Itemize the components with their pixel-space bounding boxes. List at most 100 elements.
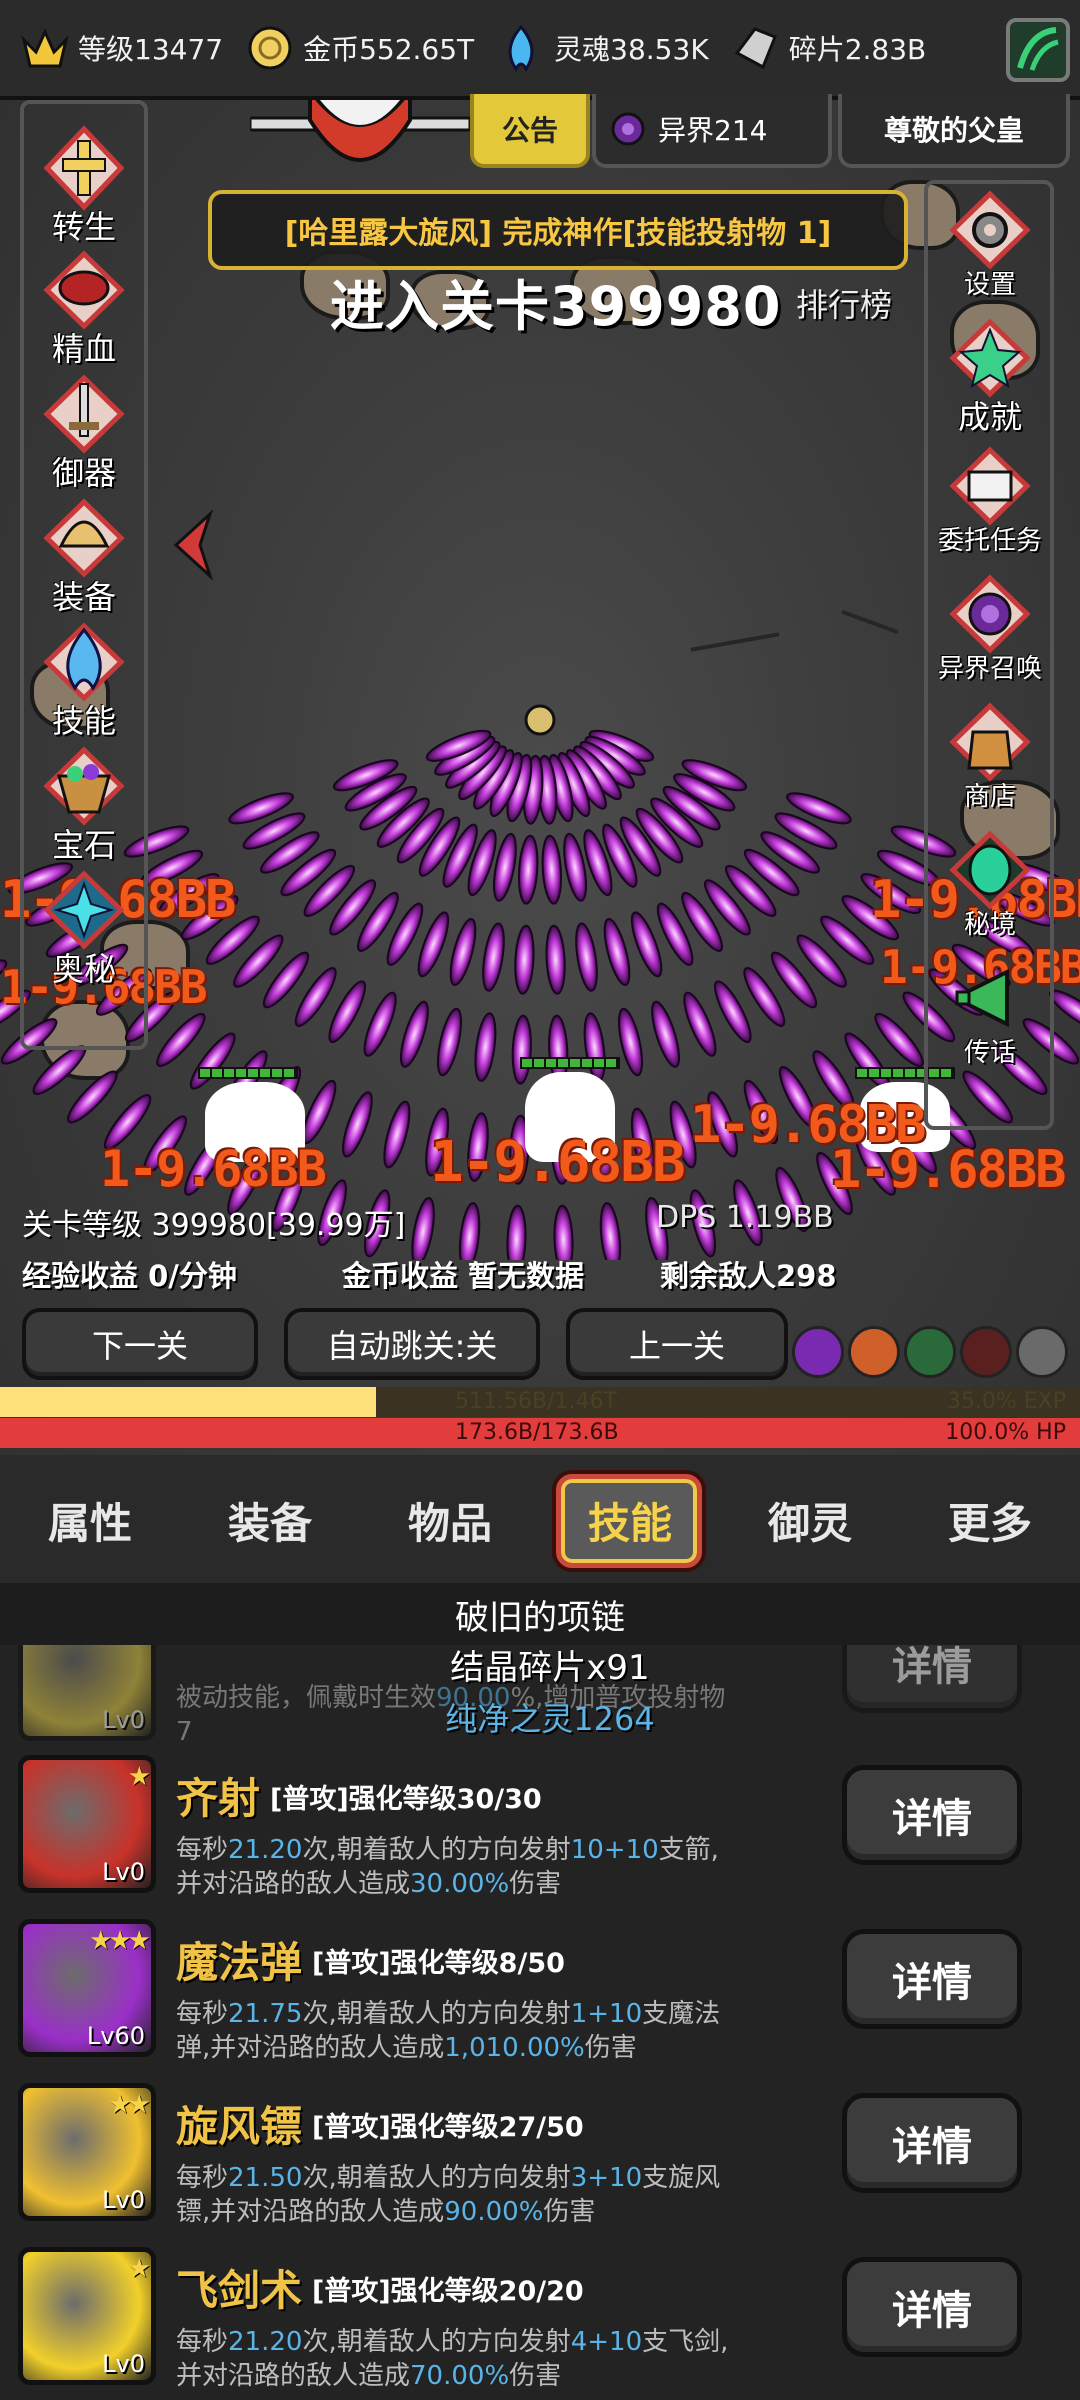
gold-coin-icon — [245, 23, 295, 73]
skill-stars-icon: ★ — [127, 2254, 151, 2284]
projectile-feather — [553, 1204, 574, 1260]
skill-description-text: 次,朝着敌人的方向发射 — [302, 1835, 571, 1865]
menu-label: 异界召唤 — [937, 654, 1042, 684]
enemy-hp-bar — [520, 1057, 620, 1069]
skill-icon[interactable]: Lv0 ★ — [18, 2247, 156, 2385]
skill-stat-value: 21.20 — [228, 1835, 303, 1865]
menu-settings[interactable]: 设置 — [947, 190, 1033, 318]
details-label: 详情 — [892, 2288, 972, 2334]
skill-details-button[interactable]: 详情 — [842, 2093, 1022, 2193]
fragment-text: 碎片2.83B — [788, 33, 927, 66]
skill-stars-icon: ★★★ — [89, 1926, 151, 1956]
hp-text: 173.6B/173.6B — [455, 1420, 619, 1445]
tab-skills[interactable]: 技能 — [540, 1490, 720, 1551]
reward-popover: 结晶碎片x91 纯净之灵1264 — [280, 1640, 820, 1740]
tab-items[interactable]: 物品 — [360, 1490, 540, 1551]
skill-icon[interactable]: Lv0 — [18, 1645, 156, 1741]
skill-icon[interactable]: Lv0 ★ — [18, 1755, 156, 1893]
notice-button[interactable]: 公告 — [470, 94, 590, 168]
otherworld-button[interactable]: 异界214 — [592, 94, 832, 168]
menu-equipment[interactable]: 装备 — [41, 498, 127, 622]
menu-achievement[interactable]: 成就 — [947, 318, 1033, 446]
projectile-feather — [363, 991, 397, 1057]
gem-bag-icon — [41, 746, 127, 826]
skill-icon[interactable]: Lv0 ★★ — [18, 2083, 156, 2221]
menu-artifact[interactable]: 御器 — [41, 374, 127, 498]
tab-spirits[interactable]: 御灵 — [720, 1490, 900, 1551]
auto-skip-toggle[interactable]: 自动跳关:关 — [284, 1308, 540, 1380]
menu-gem[interactable]: 宝石 — [41, 746, 127, 870]
menu-message[interactable]: 传话 — [947, 958, 1033, 1086]
projectile-feather — [436, 1007, 463, 1077]
scroll-icon — [947, 446, 1033, 526]
father-title-button[interactable]: 尊敬的父皇 — [838, 94, 1070, 168]
details-label: 详情 — [892, 2124, 972, 2170]
menu-label: 商店 — [963, 782, 1016, 812]
menu-skill[interactable]: 技能 — [41, 622, 127, 746]
exp-bar: 511.56B/1.46T 35.0% EXP — [0, 1387, 1080, 1417]
menu-rebirth[interactable]: 转生 — [41, 125, 127, 250]
projectile-feather — [603, 918, 631, 986]
skill-name: 飞剑术 — [176, 2266, 303, 2315]
skill-list: Lv0 被动技能，佩戴时生效90.00%,增加普攻投射物7 详情 Lv0 ★ 齐射 [普攻]… — [0, 1645, 1080, 2400]
menu-commission[interactable]: 委托任务 — [938, 446, 1042, 574]
menu-blood-essence[interactable]: 精血 — [41, 250, 127, 374]
skill-level: Lv0 — [102, 1706, 145, 1734]
buff-fire-icon[interactable] — [848, 1326, 900, 1378]
portal-icon — [611, 112, 645, 146]
buff-green-icon[interactable] — [904, 1326, 956, 1378]
skill-stat-value: 21.50 — [228, 2163, 303, 2193]
projectile-feather — [583, 1012, 606, 1082]
damage-number: 1-9.68BB — [100, 1140, 327, 1198]
projectile-feather — [399, 1000, 429, 1068]
leaderboard-button[interactable]: 排行榜 — [796, 280, 892, 326]
skill-stars-icon: ★★ — [108, 2090, 151, 2120]
soul-flame-icon — [496, 23, 546, 73]
projectile-feather — [541, 834, 563, 905]
fragment-resource: 碎片2.83B — [731, 23, 927, 73]
details-label: 详情 — [892, 1960, 972, 2006]
menu-label: 御器 — [51, 454, 116, 492]
skill-details-button[interactable]: 详情 — [842, 1645, 1022, 1713]
next-stage-button[interactable]: 下一关 — [22, 1308, 258, 1380]
menu-label: 宝石 — [51, 826, 116, 864]
auto-skip-label: 自动跳关:关 — [326, 1327, 498, 1365]
buff-purple-icon[interactable] — [792, 1326, 844, 1378]
tab-more[interactable]: 更多 — [900, 1490, 1080, 1551]
damage-number: 1-9.68BB — [430, 1130, 686, 1195]
tab-equipment[interactable]: 装备 — [180, 1490, 360, 1551]
projectile-feather — [545, 924, 566, 995]
menu-arcane[interactable]: 奥秘 — [41, 870, 127, 994]
stage-level: 关卡等级 399980[39.99万] — [22, 1208, 406, 1243]
skill-details-button[interactable]: 详情 — [842, 1929, 1022, 2029]
skill-description: 每秒21.50次,朝着敌人的方向发射3+10支旋风镖,并对沿路的敌人造成90.0… — [176, 2161, 736, 2229]
skill-name: 旋风镖 — [176, 2102, 303, 2151]
skill-stat-value: 21.75 — [228, 1999, 303, 2029]
prev-stage-button[interactable]: 上一关 — [566, 1308, 788, 1380]
menu-secret-realm[interactable]: 秘境 — [947, 830, 1033, 958]
buff-red-icon[interactable] — [960, 1326, 1012, 1378]
skill-stat-value: 30.00% — [410, 1869, 510, 1899]
tab-attributes[interactable]: 属性 — [0, 1490, 180, 1551]
map-icon[interactable] — [1006, 18, 1070, 82]
skill-stat-value: 21.20 — [228, 2327, 303, 2357]
otherworld-label: 异界214 — [658, 114, 768, 147]
meat-icon — [41, 250, 127, 330]
menu-label: 技能 — [51, 702, 116, 740]
collapse-arrow-icon[interactable] — [170, 510, 214, 580]
skill-details-button[interactable]: 详情 — [842, 1765, 1022, 1865]
projectile-feather — [517, 834, 539, 905]
menu-shop[interactable]: 商店 — [947, 702, 1033, 830]
skill-description-text: 每秒 — [176, 1835, 229, 1865]
menu-otherworld-summon[interactable]: 异界召唤 — [938, 574, 1042, 702]
buff-gray-icon[interactable] — [1016, 1326, 1068, 1378]
skill-level: Lv60 — [86, 2022, 145, 2050]
skill-level: Lv0 — [102, 2186, 145, 2214]
rebirth-cross-icon — [41, 125, 127, 211]
skill-details-button[interactable]: 详情 — [842, 2257, 1022, 2357]
helmet-icon — [41, 498, 127, 578]
skill-icon[interactable]: Lv60 ★★★ — [18, 1919, 156, 2057]
skill-stat-value: 10+10 — [570, 1835, 659, 1865]
skill-upgrade-level: [普攻]强化等级27/50 — [312, 2112, 584, 2143]
skill-description-text: 每秒 — [176, 2163, 229, 2193]
